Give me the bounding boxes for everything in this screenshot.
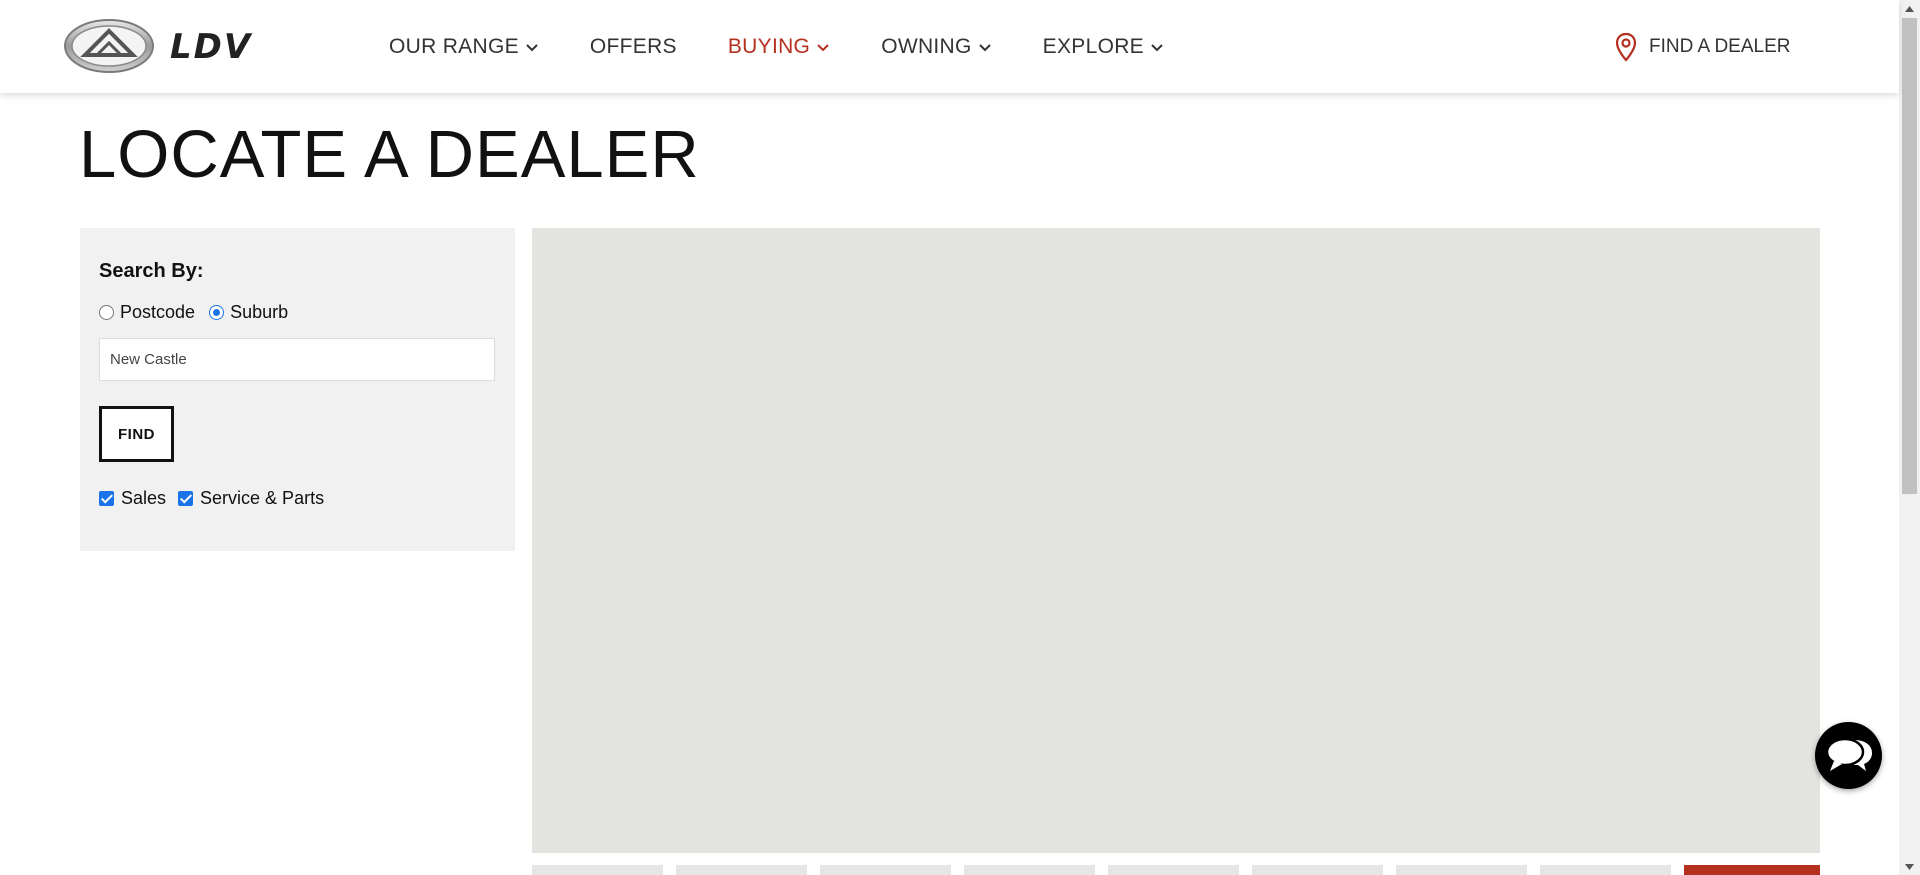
chevron-down-icon <box>978 43 991 51</box>
nav-item-owning[interactable]: OWNING <box>881 0 991 93</box>
service-parts-checkbox-label[interactable]: Service & Parts <box>200 488 324 509</box>
find-dealer-label: FIND A DEALER <box>1649 36 1791 57</box>
search-heading: Search By: <box>99 260 204 282</box>
page-title: LOCATE A DEALER <box>79 117 700 192</box>
chevron-down-icon <box>1151 43 1163 51</box>
chevron-down-icon <box>817 43 829 51</box>
main-nav: OUR RANGE OFFERS BUYING OWNING EXPLORE <box>389 0 1215 93</box>
result-tab-active[interactable] <box>1684 865 1820 875</box>
result-tab[interactable] <box>676 865 807 875</box>
chat-bubbles-icon <box>1825 737 1872 771</box>
results-tab-strip <box>532 865 1820 875</box>
service-parts-checkbox[interactable] <box>178 491 194 506</box>
chat-button[interactable] <box>1815 722 1882 789</box>
nav-item-label: OWNING <box>881 34 972 58</box>
result-tab[interactable] <box>1108 865 1239 875</box>
find-button[interactable]: FIND <box>99 406 174 462</box>
site-header: LDV OUR RANGE OFFERS BUYING OWNING EXPLO… <box>0 0 1899 93</box>
nav-item-our-range[interactable]: OUR RANGE <box>389 0 539 93</box>
suburb-radio[interactable] <box>209 305 225 320</box>
brand-wordmark: LDV <box>170 27 253 67</box>
postcode-radio[interactable] <box>99 305 114 320</box>
sales-checkbox-label[interactable]: Sales <box>121 488 166 509</box>
nav-item-label: OFFERS <box>589 34 677 58</box>
scroll-up-icon[interactable] <box>1899 0 1920 17</box>
chevron-down-icon <box>526 43 538 51</box>
nav-item-offers[interactable]: OFFERS <box>590 0 677 93</box>
search-type-options: Postcode Suburb <box>99 302 302 323</box>
page-scrollbar[interactable] <box>1899 0 1920 875</box>
find-dealer-link[interactable]: FIND A DEALER <box>1615 30 1791 64</box>
suburb-radio-label[interactable]: Suburb <box>230 302 288 323</box>
map-pin-icon <box>1615 32 1637 62</box>
nav-item-explore[interactable]: EXPLORE <box>1043 0 1164 93</box>
result-tab[interactable] <box>1252 865 1383 875</box>
nav-item-label: BUYING <box>727 34 811 58</box>
nav-item-label: OUR RANGE <box>389 34 519 58</box>
nav-item-label: EXPLORE <box>1042 34 1144 58</box>
sales-checkbox[interactable] <box>99 491 114 506</box>
result-tab[interactable] <box>532 865 663 875</box>
dealer-search-panel: Search By: Postcode Suburb New Castle FI… <box>80 228 515 551</box>
result-tab[interactable] <box>1540 865 1671 875</box>
scrollbar-thumb[interactable] <box>1902 18 1917 494</box>
nav-item-buying[interactable]: BUYING <box>728 0 830 93</box>
postcode-radio-label[interactable]: Postcode <box>120 302 195 323</box>
suburb-search-input[interactable]: New Castle <box>99 338 495 381</box>
result-tab[interactable] <box>1396 865 1527 875</box>
dealer-map[interactable] <box>532 228 1820 853</box>
result-tab[interactable] <box>820 865 951 875</box>
result-tab[interactable] <box>964 865 1095 875</box>
dealer-type-filters: Sales Service & Parts <box>99 488 336 509</box>
scroll-down-icon[interactable] <box>1899 858 1920 875</box>
